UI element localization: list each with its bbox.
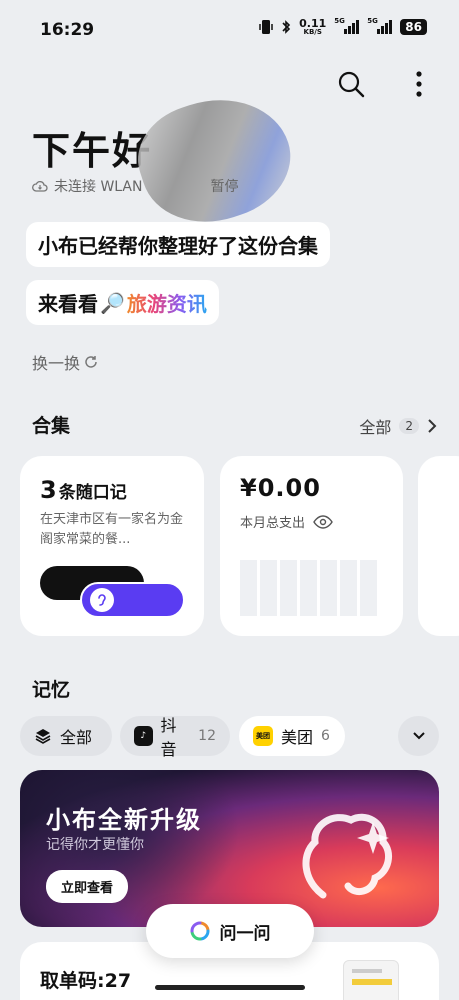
all-label: 全部 [359,418,392,437]
magnifier-emoji-icon: 🔎 [100,290,125,315]
spend-label: 本月总支出 [240,516,306,531]
more-vertical-icon [416,71,422,97]
signal-1-icon: 5G [334,17,360,34]
collections-all-link[interactable]: 全部 2 [359,414,437,438]
assistant-logo-icon [190,921,209,941]
filter-chip-douyin[interactable]: ♪ 抖音 12 [120,716,230,759]
home-indicator[interactable] [155,985,305,990]
pickup-thumbnail [343,960,399,1000]
status-bar: 16:29 0.11 KB/S 5G 5G 86 [0,0,459,60]
filter-count: 6 [321,728,330,744]
chevron-down-icon [412,732,425,740]
notes-count: 3 条随口记 [40,476,127,504]
eye-icon[interactable] [313,514,333,529]
suggestion-prefix: 来看看 [38,292,98,316]
notes-card[interactable]: 3 条随口记 在天津市区有一家名为金阁家常菜的餐... [20,456,204,636]
filter-label: 美团 [281,728,314,747]
more-button[interactable] [403,68,435,100]
ask-button[interactable]: 问一问 [146,904,314,958]
ask-label: 问一问 [219,923,271,944]
suggestion-topic: 旅游资讯 [127,288,207,317]
wifi-status-text: 未连接 WLAN [54,179,143,195]
status-icons: 0.11 KB/S 5G 5G 86 [259,17,427,36]
suggestion-line-2[interactable]: 来看看 🔎 旅游资讯 [26,280,219,325]
greeting-title: 下午好 [32,129,153,173]
spend-chart-placeholder [240,560,377,616]
spend-card[interactable]: ¥0.00 本月总支出 [220,456,403,636]
memory-filters: 全部 ♪ 抖音 12 美团 美团 6 [20,716,439,759]
filter-label: 全部 [60,728,93,747]
wifi-status-extra: 暂停 [210,179,239,195]
all-count-badge: 2 [399,418,419,434]
status-time: 16:29 [40,20,95,40]
search-icon [338,71,365,98]
filter-chip-meituan[interactable]: 美团 美团 6 [239,716,345,756]
wifi-status: 未连接 WLAN 暂停 [32,176,238,196]
douyin-icon: ♪ [134,726,153,746]
filter-count: 12 [198,728,216,744]
cloud-icon [32,180,48,192]
battery-icon: 86 [400,19,427,35]
bluetooth-icon [282,20,291,34]
signal-2-icon: 5G [367,17,393,34]
pickup-code: 取单码:27 [40,970,132,992]
redaction-scribble [125,79,305,241]
meituan-icon: 美团 [253,726,273,746]
banner-title: 小布全新升级 [46,806,202,834]
collections-title: 合集 [32,415,71,437]
layers-icon [35,729,51,744]
chevron-right-icon [428,419,437,433]
net-speed: 0.11 KB/S [299,17,327,36]
ear-icon [90,588,114,612]
filter-label: 抖音 [160,716,177,759]
brain-sparkle-icon [302,813,393,899]
banner-subtitle: 记得你才更懂你 [46,837,144,853]
refresh-icon [85,356,97,368]
shuffle-label: 换一换 [32,354,81,373]
top-actions [335,68,435,100]
memory-title: 记忆 [32,679,71,701]
filter-chip-all[interactable]: 全部 [20,716,112,756]
vibrate-icon [259,20,273,34]
next-card-peek[interactable] [418,456,459,636]
spend-amount: ¥0.00 [240,474,321,502]
notes-preview: 在天津市区有一家名为金阁家常菜的餐... [40,512,184,547]
spend-label-row: 本月总支出 [240,512,383,531]
banner-view-button[interactable]: 立即查看 [46,870,129,903]
shuffle-button[interactable]: 换一换 [32,350,98,374]
suggestion-line-1: 小布已经帮你整理好了这份合集 [26,222,330,267]
search-button[interactable] [335,68,367,100]
chat-bubble-purple [80,582,185,618]
filters-expand-button[interactable] [398,716,439,756]
